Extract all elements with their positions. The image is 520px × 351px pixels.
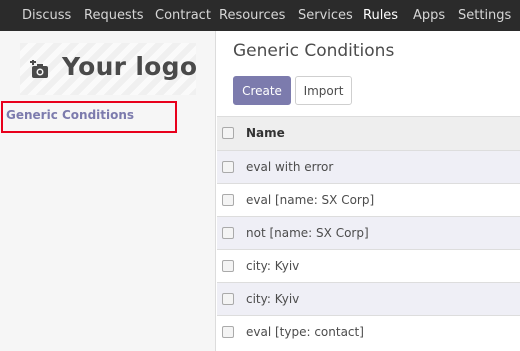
column-header-name[interactable]: Name (246, 117, 285, 149)
menu-contract[interactable]: Contract (155, 0, 211, 31)
menu-discuss[interactable]: Discuss (22, 0, 71, 31)
table-row[interactable]: eval with error (217, 150, 520, 183)
row-checkbox[interactable] (222, 227, 234, 239)
menu-services[interactable]: Services (298, 0, 353, 31)
menu-rules-label: Rules (363, 8, 399, 23)
top-menu-bar: Discuss Requests Contract Resources Serv… (0, 0, 520, 31)
menu-settings[interactable]: Settings (458, 0, 511, 31)
conditions-table: Name eval with error eval [name: SX Corp… (217, 116, 520, 348)
sidebar: Your logo Generic Conditions (0, 31, 216, 351)
create-button[interactable]: Create (233, 76, 291, 105)
table-row[interactable]: not [name: SX Corp] (217, 216, 520, 249)
menu-apps[interactable]: Apps (413, 0, 445, 31)
row-name: city: Kyiv (246, 259, 300, 273)
row-name: eval [type: contact] (246, 325, 364, 339)
company-logo: Your logo (20, 43, 198, 95)
table-row[interactable]: city: Kyiv (217, 249, 520, 282)
row-name: not [name: SX Corp] (246, 226, 369, 240)
row-name: eval with error (246, 160, 334, 174)
main-content: Generic Conditions Create Import Name ev… (217, 31, 520, 351)
row-checkbox[interactable] (222, 260, 234, 272)
table-row[interactable]: eval [type: contact] (217, 315, 520, 348)
select-all-checkbox[interactable] (222, 127, 234, 139)
table-row[interactable]: eval [name: SX Corp] (217, 183, 520, 216)
page-title: Generic Conditions (233, 41, 395, 61)
sidebar-item-generic-conditions[interactable]: Generic Conditions (6, 108, 134, 122)
row-checkbox[interactable] (222, 194, 234, 206)
row-name: eval [name: SX Corp] (246, 193, 375, 207)
row-checkbox[interactable] (222, 326, 234, 338)
row-checkbox[interactable] (222, 293, 234, 305)
menu-rules[interactable]: Rules (356, 0, 412, 31)
import-button[interactable]: Import (295, 76, 352, 105)
table-row[interactable]: city: Kyiv (217, 282, 520, 315)
camera-plus-icon (30, 60, 48, 78)
logo-text: Your logo (62, 52, 198, 81)
table-header: Name (217, 116, 520, 150)
menu-resources[interactable]: Resources (219, 0, 285, 31)
row-name: city: Kyiv (246, 292, 300, 306)
row-checkbox[interactable] (222, 161, 234, 173)
menu-requests[interactable]: Requests (84, 0, 144, 31)
